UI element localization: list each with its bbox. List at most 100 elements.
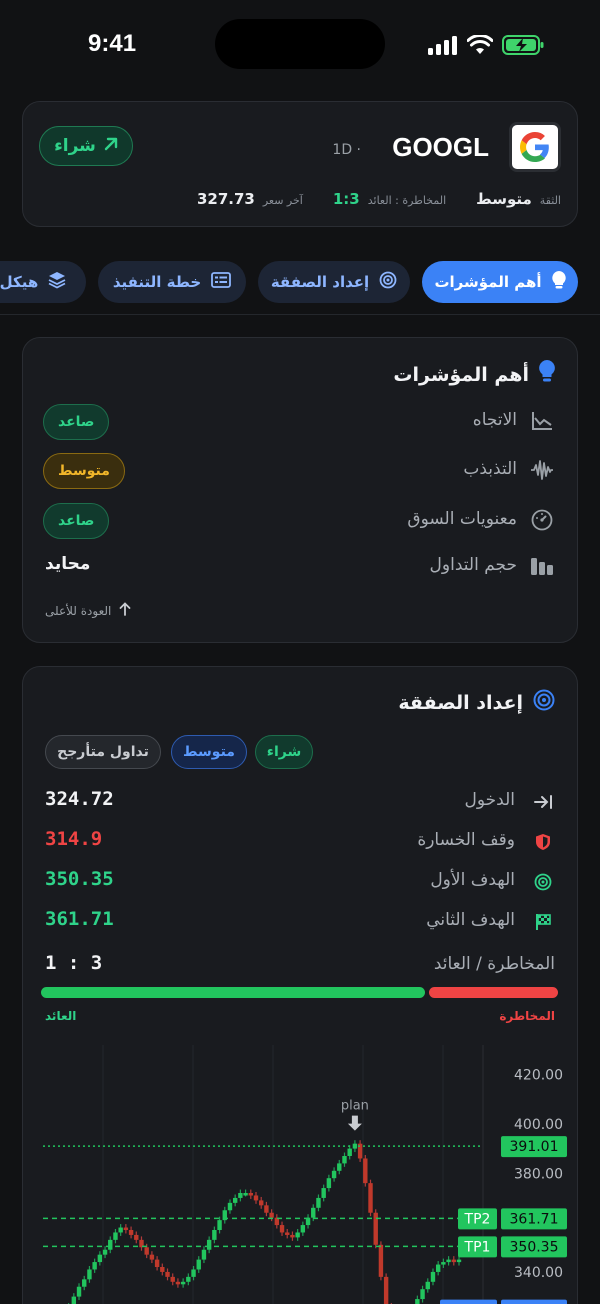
back-to-top-link[interactable]: العودة للأعلى	[45, 602, 131, 619]
candle-body	[206, 1239, 212, 1250]
candle-body	[456, 1259, 462, 1263]
risk-reward-value: 1:3	[332, 190, 360, 208]
flag-icon	[533, 912, 553, 932]
candle-body	[76, 1286, 82, 1297]
y-tick-label: 400.00	[514, 1117, 563, 1133]
candle-body	[71, 1296, 77, 1304]
level-label: الهدف الأول	[430, 870, 515, 890]
level-value: 324.72	[45, 788, 114, 810]
tab-structure[interactable]: هيكل	[0, 261, 86, 303]
indicator-row-volume: حجم التداول محايد	[43, 549, 555, 585]
candle-body	[279, 1225, 285, 1233]
candle-body	[248, 1193, 253, 1196]
trend-chart-icon	[529, 408, 555, 434]
candle-body	[446, 1259, 451, 1263]
wifi-icon	[466, 34, 494, 59]
candle-body	[311, 1207, 316, 1218]
shield-icon	[533, 832, 553, 852]
arrow-up-right-icon	[104, 136, 118, 156]
level-price-text: 391.01	[510, 1139, 559, 1155]
tab-key-indicators[interactable]: أهم المؤشرات	[422, 261, 578, 303]
candle-body	[118, 1227, 123, 1233]
candle-body	[290, 1234, 295, 1238]
tab-trade-setup[interactable]: إعداد الصفقة	[258, 261, 410, 303]
candle-body	[123, 1227, 129, 1231]
indicator-label: حجم التداول	[429, 555, 517, 575]
indicator-label: الاتجاه	[472, 410, 517, 430]
target-icon	[533, 689, 555, 716]
candle-body	[342, 1156, 347, 1164]
candle-body	[201, 1249, 207, 1260]
back-to-top-label: العودة للأعلى	[45, 603, 112, 618]
candle-body	[425, 1281, 430, 1290]
candle-body	[253, 1195, 259, 1201]
ticker-symbol: GOOGL	[392, 132, 489, 162]
tab-label: خطة التنفيذ	[112, 273, 202, 291]
target-icon	[533, 872, 553, 892]
candle-body	[102, 1249, 108, 1255]
risk-caption: المخاطرة	[499, 1009, 555, 1023]
waveform-icon	[529, 457, 555, 483]
timeframe-label: 1D ·	[332, 142, 361, 158]
level-label: الدخول	[464, 790, 515, 810]
entry-arrow-icon	[533, 792, 553, 812]
candle-body	[441, 1262, 446, 1265]
candle-body	[128, 1230, 134, 1235]
candle-body	[232, 1197, 238, 1203]
level-value: 314.9	[45, 828, 103, 850]
down-arrow-icon	[347, 1115, 362, 1131]
status-badge: صاعد	[43, 404, 110, 440]
level-name-text: TP2	[464, 1211, 491, 1227]
buy-button[interactable]: شراء	[39, 126, 133, 166]
status-bar: 9:41	[0, 0, 600, 88]
candle-body	[238, 1193, 243, 1198]
candle-body	[420, 1289, 425, 1300]
candle-body	[108, 1239, 113, 1250]
candle-body	[331, 1170, 337, 1179]
level-value: 361.71	[45, 908, 114, 930]
last-price-value: 327.73	[196, 190, 255, 208]
battery-charging-icon	[502, 34, 544, 60]
company-logo	[509, 122, 561, 172]
candle-body	[134, 1234, 139, 1240]
reward-bar	[41, 987, 425, 998]
candle-body	[243, 1193, 248, 1196]
lightbulb-icon	[539, 360, 555, 389]
indicator-value: محايد	[45, 554, 91, 574]
indicators-title-row: أهم المؤشرات	[393, 360, 555, 389]
level-label: الهدف الثاني	[426, 910, 515, 930]
chip-buy: شراء	[255, 735, 313, 769]
risk-reward-value: 1 : 3	[45, 952, 103, 974]
candle-body	[321, 1188, 326, 1198]
ticker-card: GOOGL 1D · شراء الثقة متوسط المخاطرة : ا…	[22, 101, 578, 227]
candle-body	[430, 1271, 436, 1282]
tab-label: هيكل	[0, 273, 39, 291]
candle-body	[373, 1212, 378, 1245]
arrow-up-icon	[119, 602, 131, 619]
setup-title-row: إعداد الصفقة	[398, 689, 555, 716]
confidence-value: متوسط	[476, 190, 532, 208]
candle-body	[165, 1271, 170, 1277]
y-tick-label: 340.00	[514, 1265, 563, 1281]
level-name-text: TP1	[464, 1239, 491, 1255]
tab-execution-plan[interactable]: خطة التنفيذ	[98, 261, 246, 303]
level-value: 350.35	[45, 868, 114, 890]
candle-body	[144, 1247, 149, 1255]
level-row-target-1: الهدف الأول 350.35	[45, 868, 555, 896]
candle-body	[180, 1281, 186, 1285]
tab-label: أهم المؤشرات	[434, 273, 542, 291]
candle-body	[227, 1202, 233, 1211]
y-tick-label: 380.00	[514, 1166, 563, 1182]
risk-bar	[429, 987, 558, 998]
risk-reward-label: المخاطرة / العائد	[433, 954, 555, 974]
confidence-label: الثقة	[539, 194, 561, 207]
candle-body	[191, 1269, 196, 1277]
price-chart[interactable]: 420.00 400.00 380.00 340.00 plan 391.01 361.71…	[43, 1045, 579, 1304]
trade-setup-card: إعداد الصفقة شراء متوسط تداول متأرجح الد…	[22, 666, 578, 1304]
candle-body	[383, 1276, 389, 1304]
candle-body	[259, 1200, 264, 1206]
candle-body	[196, 1259, 201, 1270]
indicator-label: التذبذب	[463, 459, 517, 479]
candle-body	[212, 1230, 217, 1240]
candle-body	[160, 1267, 165, 1272]
